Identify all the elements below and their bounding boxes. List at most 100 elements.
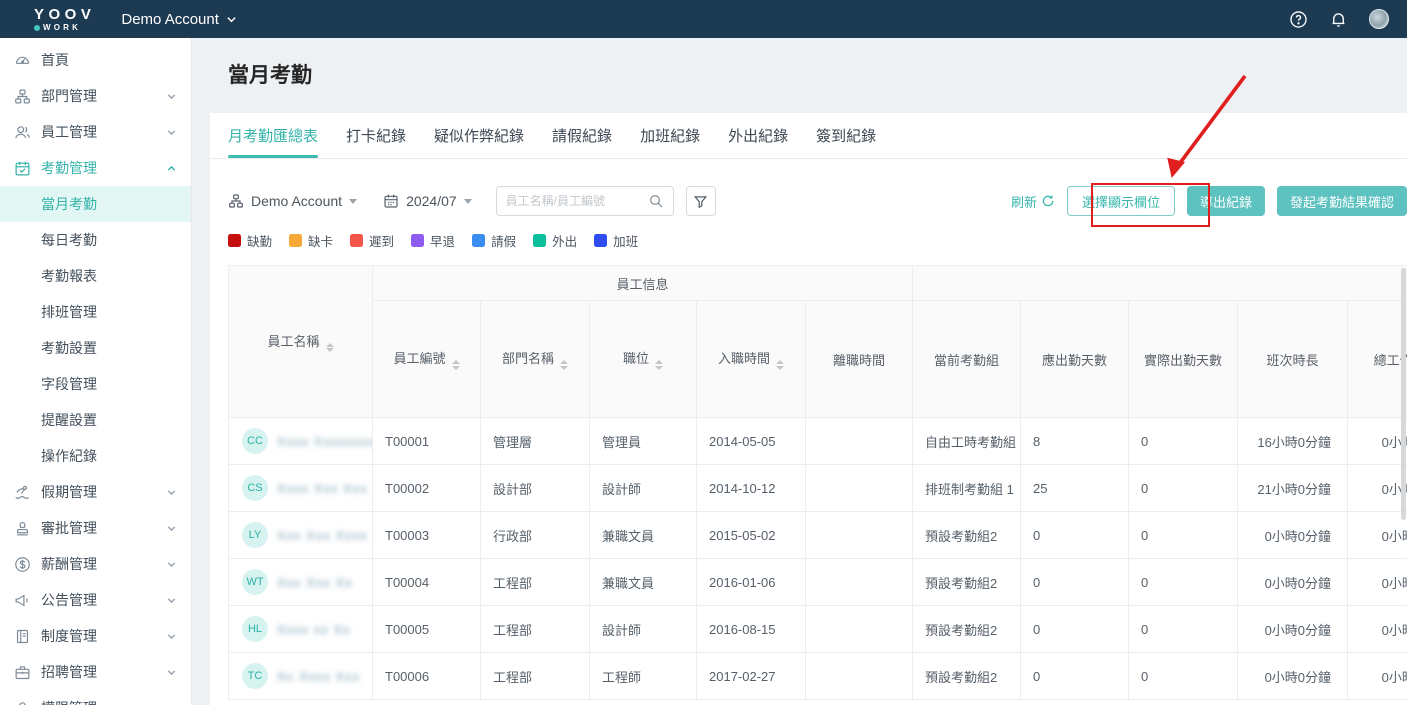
sort-icon[interactable] — [655, 360, 663, 370]
actual-days-cell: 0 — [1129, 418, 1238, 465]
legend-label: 請假 — [491, 231, 516, 250]
employee-name-cell: CSXxxx Xxx Xxx — [229, 465, 373, 512]
tab-加班紀錄[interactable]: 加班紀錄 — [640, 113, 700, 158]
chevron-down-icon — [166, 595, 177, 606]
help-circle-icon[interactable] — [1289, 10, 1308, 29]
chevron-down-icon — [166, 91, 177, 102]
attendance-group-cell: 預設考勤組2 — [913, 606, 1021, 653]
expected-days-cell: 0 — [1021, 512, 1129, 559]
sidebar-item-label: 審批管理 — [41, 518, 97, 538]
sidebar-item-制度管理[interactable]: 制度管理 — [0, 618, 191, 654]
department-cell: 行政部 — [481, 512, 590, 559]
shift-duration-cell: 0小時0分鐘 — [1238, 653, 1348, 700]
table-row[interactable]: WTXxx Xxx Xx T00004 工程部 兼職文員 2016-01-06 … — [229, 559, 1407, 606]
tab-簽到紀錄[interactable]: 簽到紀錄 — [816, 113, 876, 158]
filter-button[interactable] — [686, 186, 716, 216]
bell-icon[interactable] — [1329, 10, 1348, 29]
column-header-應出勤天數: 應出勤天數 — [1021, 301, 1129, 418]
table-row[interactable]: HLXxxx xx Xx T00005 工程部 設計師 2016-08-15 預… — [229, 606, 1407, 653]
calendar-icon — [383, 193, 399, 209]
sort-icon[interactable] — [452, 360, 460, 370]
sidebar-item-當月考勤[interactable]: 當月考勤 — [0, 186, 191, 222]
sidebar-item-首頁[interactable]: 首頁 — [0, 42, 191, 78]
sidebar-item-考勤管理[interactable]: 考勤管理 — [0, 150, 191, 186]
vacation-icon — [14, 484, 31, 501]
sidebar-item-員工管理[interactable]: 員工管理 — [0, 114, 191, 150]
leave-date-cell — [806, 512, 913, 559]
tab-疑似作弊紀錄[interactable]: 疑似作弊紀錄 — [434, 113, 524, 158]
tab-外出紀錄[interactable]: 外出紀錄 — [728, 113, 788, 158]
sidebar-item-考勤報表[interactable]: 考勤報表 — [0, 258, 191, 294]
group-header-attendance — [913, 266, 1407, 301]
column-header-部門名稱[interactable]: 部門名稱 — [481, 301, 590, 418]
column-header-入職時間[interactable]: 入職時間 — [697, 301, 806, 418]
employee-id-cell: T00001 — [373, 418, 481, 465]
sidebar-item-假期管理[interactable]: 假期管理 — [0, 474, 191, 510]
join-date-cell: 2014-05-05 — [697, 418, 806, 465]
sidebar-item-部門管理[interactable]: 部門管理 — [0, 78, 191, 114]
avatar: HL — [242, 616, 268, 642]
legend-swatch — [533, 234, 546, 247]
position-cell: 兼職文員 — [590, 512, 697, 559]
employee-name-blurred[interactable]: Xxx Xxx Xxxx — [277, 528, 368, 543]
sidebar-item-操作紀錄[interactable]: 操作紀錄 — [0, 438, 191, 474]
confirm-attendance-button[interactable]: 發起考勤結果確認 — [1277, 186, 1407, 216]
position-cell: 設計師 — [590, 606, 697, 653]
employee-name-blurred[interactable]: Xxxx Xxxxxxxx — [277, 434, 373, 449]
content-card: 月考勤匯總表打卡紀錄疑似作弊紀錄請假紀錄加班紀錄外出紀錄簽到紀錄 Demo Ac… — [210, 113, 1407, 705]
employee-name-blurred[interactable]: Xx Xxxx Xxx — [277, 669, 360, 684]
tab-請假紀錄[interactable]: 請假紀錄 — [552, 113, 612, 158]
account-dropdown[interactable]: Demo Account — [121, 11, 237, 28]
table-row[interactable]: TCXx Xxxx Xxx T00006 工程部 工程師 2017-02-27 … — [229, 653, 1407, 700]
account-label: Demo Account — [121, 11, 219, 28]
search-input[interactable] — [506, 194, 648, 208]
sidebar-item-薪酬管理[interactable]: 薪酬管理 — [0, 546, 191, 582]
table-row[interactable]: LYXxx Xxx Xxxx T00003 行政部 兼職文員 2015-05-0… — [229, 512, 1407, 559]
sort-icon[interactable] — [560, 360, 568, 370]
chevron-down-icon — [166, 523, 177, 534]
sidebar-item-招聘管理[interactable]: 招聘管理 — [0, 654, 191, 690]
refresh-button[interactable]: 刷新 — [1011, 192, 1055, 211]
search-icon[interactable] — [648, 193, 664, 209]
employee-name-blurred[interactable]: Xxxx Xxx Xxx — [277, 481, 368, 496]
sidebar-item-考勤設置[interactable]: 考勤設置 — [0, 330, 191, 366]
column-header-職位[interactable]: 職位 — [590, 301, 697, 418]
select-columns-button[interactable]: 選擇顯示欄位 — [1067, 186, 1175, 216]
column-header-employee-name[interactable]: 員工名稱 — [229, 266, 373, 418]
org-select[interactable]: Demo Account — [228, 193, 357, 209]
sidebar-item-每日考勤[interactable]: 每日考勤 — [0, 222, 191, 258]
column-header-員工編號[interactable]: 員工編號 — [373, 301, 481, 418]
leave-date-cell — [806, 559, 913, 606]
attendance-group-cell: 自由工時考勤組 — [913, 418, 1021, 465]
tab-月考勤匯總表[interactable]: 月考勤匯總表 — [228, 113, 318, 158]
sidebar-item-排班管理[interactable]: 排班管理 — [0, 294, 191, 330]
department-cell: 工程部 — [481, 606, 590, 653]
expected-days-cell: 8 — [1021, 418, 1129, 465]
org-icon — [14, 88, 31, 105]
logo-text-yoov: YOOV — [34, 7, 95, 22]
table-row[interactable]: CSXxxx Xxx Xxx T00002 設計部 設計師 2014-10-12… — [229, 465, 1407, 512]
sort-icon[interactable] — [326, 343, 334, 353]
export-records-button[interactable]: 導出紀錄 — [1187, 186, 1265, 216]
sidebar-item-審批管理[interactable]: 審批管理 — [0, 510, 191, 546]
sidebar-item-提醒設置[interactable]: 提醒設置 — [0, 402, 191, 438]
sidebar-item-公告管理[interactable]: 公告管理 — [0, 582, 191, 618]
employee-name-blurred[interactable]: Xxx Xxx Xx — [277, 575, 353, 590]
sort-icon[interactable] — [776, 360, 784, 370]
column-header-label: 職位 — [623, 351, 649, 366]
employee-name-blurred[interactable]: Xxxx xx Xx — [277, 622, 351, 637]
yoov-work-logo[interactable]: YOOV WORK — [34, 7, 95, 32]
dollar-icon — [14, 556, 31, 573]
status-legend: 缺勤缺卡遲到早退請假外出加班 — [228, 231, 1389, 250]
sidebar-item-字段管理[interactable]: 字段管理 — [0, 366, 191, 402]
vertical-scrollbar[interactable] — [1401, 268, 1406, 520]
total-work-cell: 0小時0分鐘 — [1348, 418, 1407, 465]
user-avatar[interactable] — [1369, 9, 1389, 29]
caret-down-icon — [349, 199, 357, 204]
shift-duration-cell: 0小時0分鐘 — [1238, 559, 1348, 606]
month-select[interactable]: 2024/07 — [383, 193, 472, 209]
legend-item-遲到: 遲到 — [350, 231, 394, 250]
tab-打卡紀錄[interactable]: 打卡紀錄 — [346, 113, 406, 158]
sidebar-item-權限管理[interactable]: 權限管理 — [0, 690, 191, 705]
table-row[interactable]: CCXxxx Xxxxxxxx T00001 管理層 管理員 2014-05-0… — [229, 418, 1407, 465]
